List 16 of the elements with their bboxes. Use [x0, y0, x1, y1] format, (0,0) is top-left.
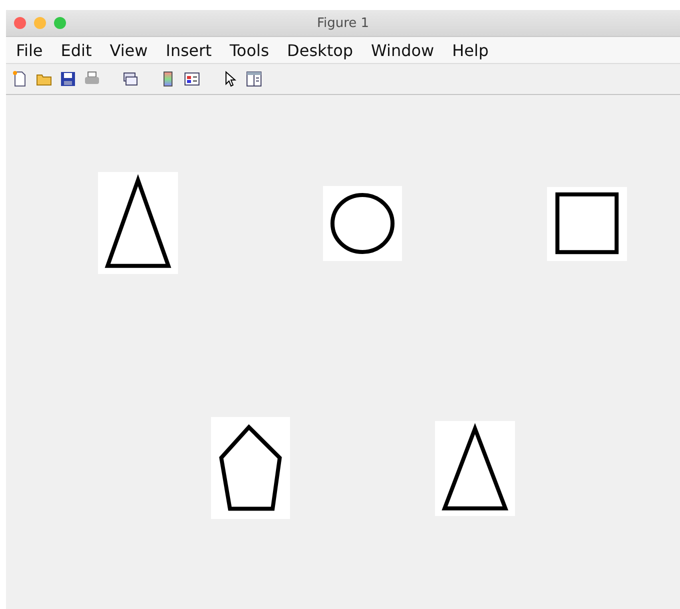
save-icon[interactable] — [60, 71, 76, 87]
menu-item[interactable]: Tools — [224, 40, 276, 60]
menu-item[interactable]: Edit — [54, 40, 98, 60]
panel-icon[interactable] — [246, 71, 262, 87]
menu-item[interactable]: Desktop — [281, 40, 360, 60]
menu-item[interactable]: Window — [365, 40, 440, 60]
menu-item[interactable]: Insert — [160, 40, 218, 60]
square-shape — [555, 192, 619, 254]
new-file-icon[interactable] — [12, 71, 28, 87]
circle-shape — [330, 193, 395, 254]
menu-item[interactable]: File — [10, 40, 49, 60]
menu-item[interactable]: Help — [446, 40, 495, 60]
legend-icon[interactable] — [184, 71, 200, 87]
menu-item[interactable]: View — [104, 40, 154, 60]
window-title: Figure 1 — [316, 16, 370, 30]
printer-icon[interactable] — [84, 71, 100, 87]
